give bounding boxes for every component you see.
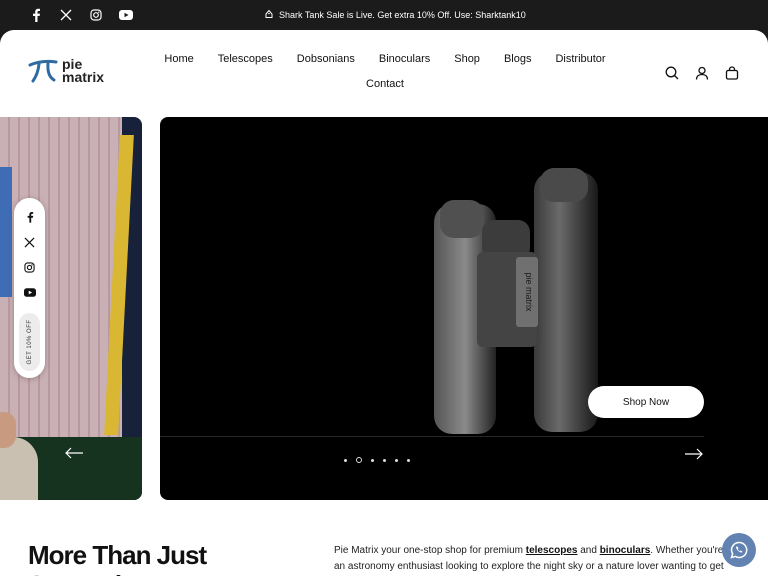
binoculars-image: pie matrix xyxy=(434,168,598,434)
whatsapp-icon xyxy=(730,541,748,559)
nav-telescopes[interactable]: Telescopes xyxy=(218,52,273,66)
cart-icon[interactable] xyxy=(724,65,740,81)
site-header: pie matrix Home Telescopes Dobsonians Bi… xyxy=(0,30,768,118)
youtube-icon[interactable] xyxy=(118,7,134,23)
nav-shop[interactable]: Shop xyxy=(454,52,480,66)
site-logo[interactable]: pie matrix xyxy=(28,57,105,85)
whatsapp-chat-button[interactable] xyxy=(722,533,756,567)
nav-contact[interactable]: Contact xyxy=(366,77,404,91)
intro-text: Pie Matrix your one-stop shop for premiu… xyxy=(334,545,724,572)
announcement-bar: Shark Tank Sale is Live. Get extra 10% O… xyxy=(0,0,768,30)
facebook-icon[interactable] xyxy=(22,209,37,224)
link-binoculars[interactable]: binoculars xyxy=(600,545,651,556)
slide-dot[interactable] xyxy=(395,458,398,462)
nav-home[interactable]: Home xyxy=(164,52,193,66)
x-icon[interactable] xyxy=(22,235,37,250)
get-offer-tab[interactable]: GET 10% OFF xyxy=(19,313,40,371)
shop-now-button[interactable]: Shop Now xyxy=(588,386,704,418)
announcement-text: Shark Tank Sale is Live. Get extra 10% O… xyxy=(279,10,526,20)
get-offer-label: GET 10% OFF xyxy=(26,319,33,365)
link-telescopes[interactable]: telescopes xyxy=(526,545,578,556)
slide-person-head xyxy=(0,412,16,448)
nav-dobsonians[interactable]: Dobsonians xyxy=(297,52,355,66)
nav-distributor[interactable]: Distributor xyxy=(555,52,605,66)
floating-social-bar: GET 10% OFF xyxy=(14,198,45,378)
account-icon[interactable] xyxy=(694,65,710,81)
hero-slider: pie matrix Shop Now xyxy=(160,117,768,500)
slide-dot[interactable] xyxy=(383,458,386,462)
nav-binoculars[interactable]: Binoculars xyxy=(379,52,430,66)
slide-dots xyxy=(344,457,410,463)
nav-blogs[interactable]: Blogs xyxy=(504,52,532,66)
instagram-icon[interactable] xyxy=(22,260,37,275)
instagram-icon[interactable] xyxy=(88,7,104,23)
youtube-icon[interactable] xyxy=(22,285,37,300)
slider-divider xyxy=(160,436,704,437)
slide-dot[interactable] xyxy=(356,457,362,463)
slide-dot[interactable] xyxy=(407,458,410,462)
pi-logo-icon xyxy=(28,59,58,83)
facebook-icon[interactable] xyxy=(28,7,44,23)
x-icon[interactable] xyxy=(58,7,74,23)
top-social-links xyxy=(28,7,134,23)
arrow-left-icon[interactable] xyxy=(64,445,84,461)
intro-title: More Than Just Stargazing xyxy=(28,540,207,576)
binoculars-brand-text: pie matrix xyxy=(524,272,534,312)
header-actions xyxy=(664,65,740,81)
announcement[interactable]: Shark Tank Sale is Live. Get extra 10% O… xyxy=(264,9,526,21)
arrow-right-icon[interactable] xyxy=(684,446,704,462)
search-icon[interactable] xyxy=(664,65,680,81)
tag-icon xyxy=(264,9,274,21)
slide-dot[interactable] xyxy=(371,458,374,462)
logo-word-matrix: matrix xyxy=(62,69,105,85)
main-nav: Home Telescopes Dobsonians Binoculars Sh… xyxy=(160,52,610,91)
slide-dot[interactable] xyxy=(344,458,347,462)
slide-backdrop-accent xyxy=(0,167,12,297)
